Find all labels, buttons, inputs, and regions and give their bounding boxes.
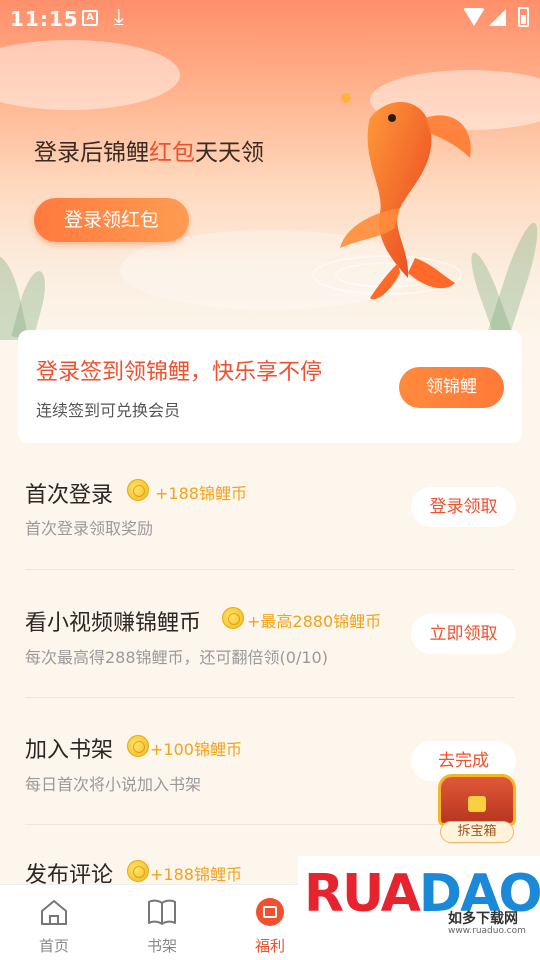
cloud-decoration — [0, 40, 180, 110]
status-bar: 11:15 A ⤓ — [0, 0, 540, 38]
divider — [25, 697, 515, 698]
sign-in-card: 登录签到领锦鲤，快乐享不停 连续签到可兑换会员 领锦鲤 — [18, 330, 522, 443]
treasure-chest-label: 拆宝箱 — [440, 821, 514, 843]
login-red-packet-button[interactable]: 登录领红包 — [34, 198, 189, 242]
task-item: 首次登录 +188锦鲤币 首次登录领取奖励 登录领取 — [0, 470, 540, 598]
divider — [25, 569, 515, 570]
claim-now-button[interactable]: 立即领取 — [411, 614, 516, 654]
treasure-chest-button[interactable]: 拆宝箱 — [432, 768, 522, 846]
nav-label: 书架 — [146, 937, 177, 955]
hero-title: 登录后锦鲤红包天天领 — [34, 140, 264, 166]
login-claim-button[interactable]: 登录领取 — [411, 487, 516, 527]
home-icon — [41, 900, 67, 925]
task-title: 首次登录 — [25, 483, 114, 508]
coin-icon — [127, 479, 149, 501]
chest-lock-icon — [468, 796, 486, 812]
task-desc: 每次最高得288锦鲤币，还可翻倍领(0/10) — [25, 648, 328, 667]
nav-item-bookshelf[interactable]: 书架 — [108, 885, 216, 960]
battery-icon — [518, 7, 529, 27]
task-desc: 每日首次将小说加入书架 — [25, 775, 202, 794]
claim-koi-button[interactable]: 领锦鲤 — [399, 367, 504, 408]
task-reward: +188锦鲤币 — [155, 484, 247, 503]
coin-icon — [127, 860, 149, 882]
download-icon: ⤓ — [114, 5, 124, 30]
watermark-logo: RUADAO 如多下载网 www.ruaduo.com — [298, 856, 540, 944]
task-title: 看小视频赚锦鲤币 — [25, 611, 202, 636]
task-desc: 首次登录领取奖励 — [25, 519, 154, 538]
wifi-icon — [463, 8, 485, 26]
task-reward: +最高2880锦鲤币 — [247, 612, 382, 631]
watermark-url: www.ruaduo.com — [448, 926, 526, 936]
coin-icon — [127, 735, 149, 757]
nav-label: 首页 — [38, 937, 69, 955]
task-reward: +100锦鲤币 — [150, 740, 242, 759]
koi-fish-illustration — [340, 93, 471, 300]
task-reward: +188锦鲤币 — [150, 865, 242, 884]
gift-icon — [256, 898, 284, 926]
status-time: 11:15 — [10, 7, 79, 31]
sign-in-title: 登录签到领锦鲤，快乐享不停 — [36, 360, 323, 385]
coin-icon — [222, 607, 244, 629]
nav-item-home[interactable]: 首页 — [0, 885, 108, 960]
task-item: 看小视频赚锦鲤币 +最高2880锦鲤币 每次最高得288锦鲤币，还可翻倍领(0/… — [0, 598, 540, 726]
sign-in-subtitle: 连续签到可兑换会员 — [36, 401, 181, 420]
book-icon — [148, 899, 176, 925]
app-notification-icon: A — [82, 10, 98, 26]
task-title: 加入书架 — [25, 738, 114, 763]
signal-icon — [489, 9, 506, 26]
watermark-cn: 如多下载网 — [448, 911, 518, 927]
